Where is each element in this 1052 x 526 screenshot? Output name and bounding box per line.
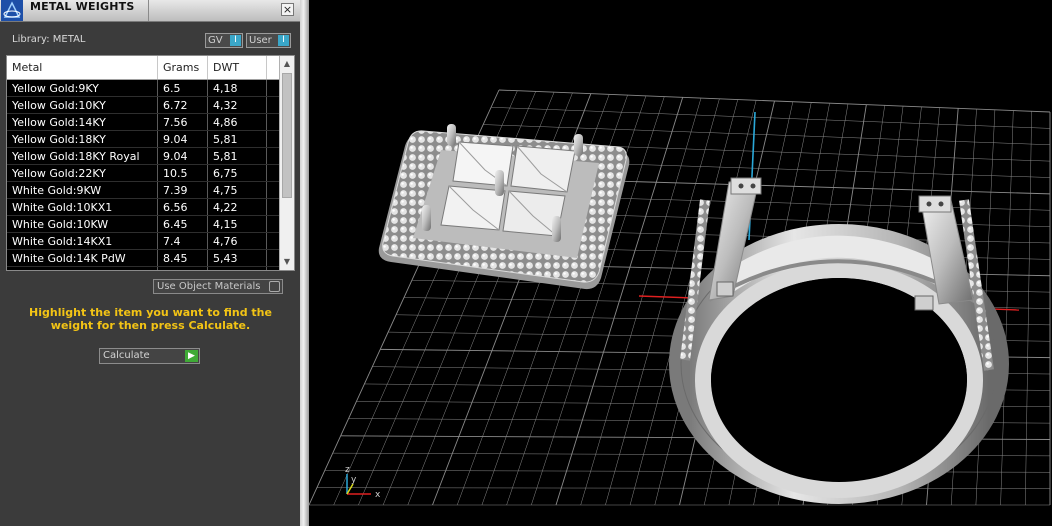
cell-dwt: 5,43 [208,250,267,267]
cell-metal: White Gold:14KX1 [7,233,158,250]
table-row[interactable]: Yellow Gold:22KY 10.5 6,75 [7,165,280,182]
table-row[interactable]: White Gold:14K PdW 8.45 5,43 [7,250,280,267]
cell-metal: Yellow Gold:18KY [7,131,158,148]
cell-metal: White Gold:14KW [7,267,158,270]
use-object-materials-button[interactable]: Use Object Materials [153,279,283,294]
scroll-down-arrow-icon[interactable]: ▼ [280,255,294,269]
gv-label: GV [208,35,223,46]
cell-grams: 8.45 [158,250,208,267]
table-row[interactable]: Yellow Gold:18KY Royal 9.04 5,81 [7,148,280,165]
library-label: Library: METAL [12,34,86,45]
panel-titlebar: METAL WEIGHTS × [0,0,300,22]
table-row[interactable]: White Gold:10KW 6.45 4,15 [7,216,280,233]
cell-dwt: 4,32 [208,97,267,114]
cell-metal: Yellow Gold:18KY Royal [7,148,158,165]
table-row[interactable]: White Gold:14KX1 7.4 4,76 [7,233,280,250]
toggle-indicator-icon [269,281,280,292]
table-row[interactable]: Yellow Gold:18KY 9.04 5,81 [7,131,280,148]
toggle-indicator-icon: I [278,35,289,46]
cell-grams: 6.45 [158,216,208,233]
play-icon: ▶ [185,350,198,362]
cell-metal: White Gold:14K PdW [7,250,158,267]
cell-metal: White Gold:10KW [7,216,158,233]
table-row[interactable]: Yellow Gold:10KY 6.72 4,32 [7,97,280,114]
metal-weights-panel: METAL WEIGHTS × Library: METAL GV I User… [0,0,300,526]
instructions-text: Highlight the item you want to find the … [29,306,272,332]
gv-toggle-button[interactable]: GV I [205,33,243,48]
table-row[interactable]: White Gold:9KW 7.39 4,75 [7,182,280,199]
scrollbar-thumb[interactable] [282,73,292,198]
cell-grams: 9.04 [158,131,208,148]
cell-grams: 6.5 [158,80,208,97]
cell-metal: Yellow Gold:9KY [7,80,158,97]
cell-dwt: 5,81 [208,131,267,148]
scroll-up-arrow-icon[interactable]: ▲ [280,57,294,71]
cell-grams: 7.56 [158,114,208,131]
column-header-grams[interactable]: Grams [158,56,208,79]
square-setting-model[interactable] [378,124,630,290]
cell-dwt: 6,75 [208,165,267,182]
cell-grams: 6.72 [158,97,208,114]
calculate-label: Calculate [103,350,150,361]
cell-grams: 6.56 [158,267,208,270]
panel-title: METAL WEIGHTS [30,0,135,13]
cell-metal: White Gold:9KW [7,182,158,199]
cell-grams: 10.5 [158,165,208,182]
metal-table: Metal Grams DWT Yellow Gold:9KY 6.5 4,18 Ye… [6,55,295,271]
grid-line [491,107,1051,129]
panel-splitter[interactable] [300,0,309,526]
cell-dwt: 4,22 [208,267,267,270]
cell-dwt: 4,75 [208,182,267,199]
table-body: Yellow Gold:9KY 6.5 4,18 Yellow Gold:10KY 6.… [7,80,280,270]
cell-metal: Yellow Gold:14KY [7,114,158,131]
table-row[interactable]: White Gold:10KX1 6.56 4,22 [7,199,280,216]
cell-grams: 7.4 [158,233,208,250]
column-header-metal[interactable]: Metal [7,56,158,79]
title-separator [148,0,149,21]
grid-line [498,89,1051,113]
vertical-scrollbar[interactable]: ▲ ▼ [279,56,294,270]
calculate-button[interactable]: Calculate ▶ [99,348,200,364]
toggle-indicator-icon: I [230,35,241,46]
user-label: User [249,35,272,46]
table-header: Metal Grams DWT [7,56,280,80]
cell-dwt: 4,76 [208,233,267,250]
grid-line [483,124,1051,145]
cell-dwt: 5,81 [208,148,267,165]
cell-metal: Yellow Gold:22KY [7,165,158,182]
cell-dwt: 4,22 [208,199,267,216]
cell-dwt: 4,18 [208,80,267,97]
cell-dwt: 4,86 [208,114,267,131]
close-button[interactable]: × [281,3,294,16]
use-object-materials-label: Use Object Materials [157,281,261,292]
app-logo-icon [1,0,23,21]
column-header-dwt[interactable]: DWT [208,56,267,79]
cell-grams: 7.39 [158,182,208,199]
cell-grams: 9.04 [158,148,208,165]
table-row[interactable]: Yellow Gold:14KY 7.56 4,86 [7,114,280,131]
viewport-canvas: z y x [309,89,1051,506]
gizmo-x-label: x [375,490,381,500]
table-row[interactable]: White Gold:14KW6.564,22 [7,267,280,270]
3d-viewport[interactable]: z y x [309,0,1052,526]
cell-metal: White Gold:10KX1 [7,199,158,216]
cell-dwt: 4,15 [208,216,267,233]
gizmo-z-label: z [345,465,350,475]
ring-model[interactable] [669,177,1009,504]
gizmo-y-label: y [351,475,357,485]
cell-metal: Yellow Gold:10KY [7,97,158,114]
table-row[interactable]: Yellow Gold:9KY 6.5 4,18 [7,80,280,97]
cell-grams: 6.56 [158,199,208,216]
user-toggle-button[interactable]: User I [246,33,291,48]
